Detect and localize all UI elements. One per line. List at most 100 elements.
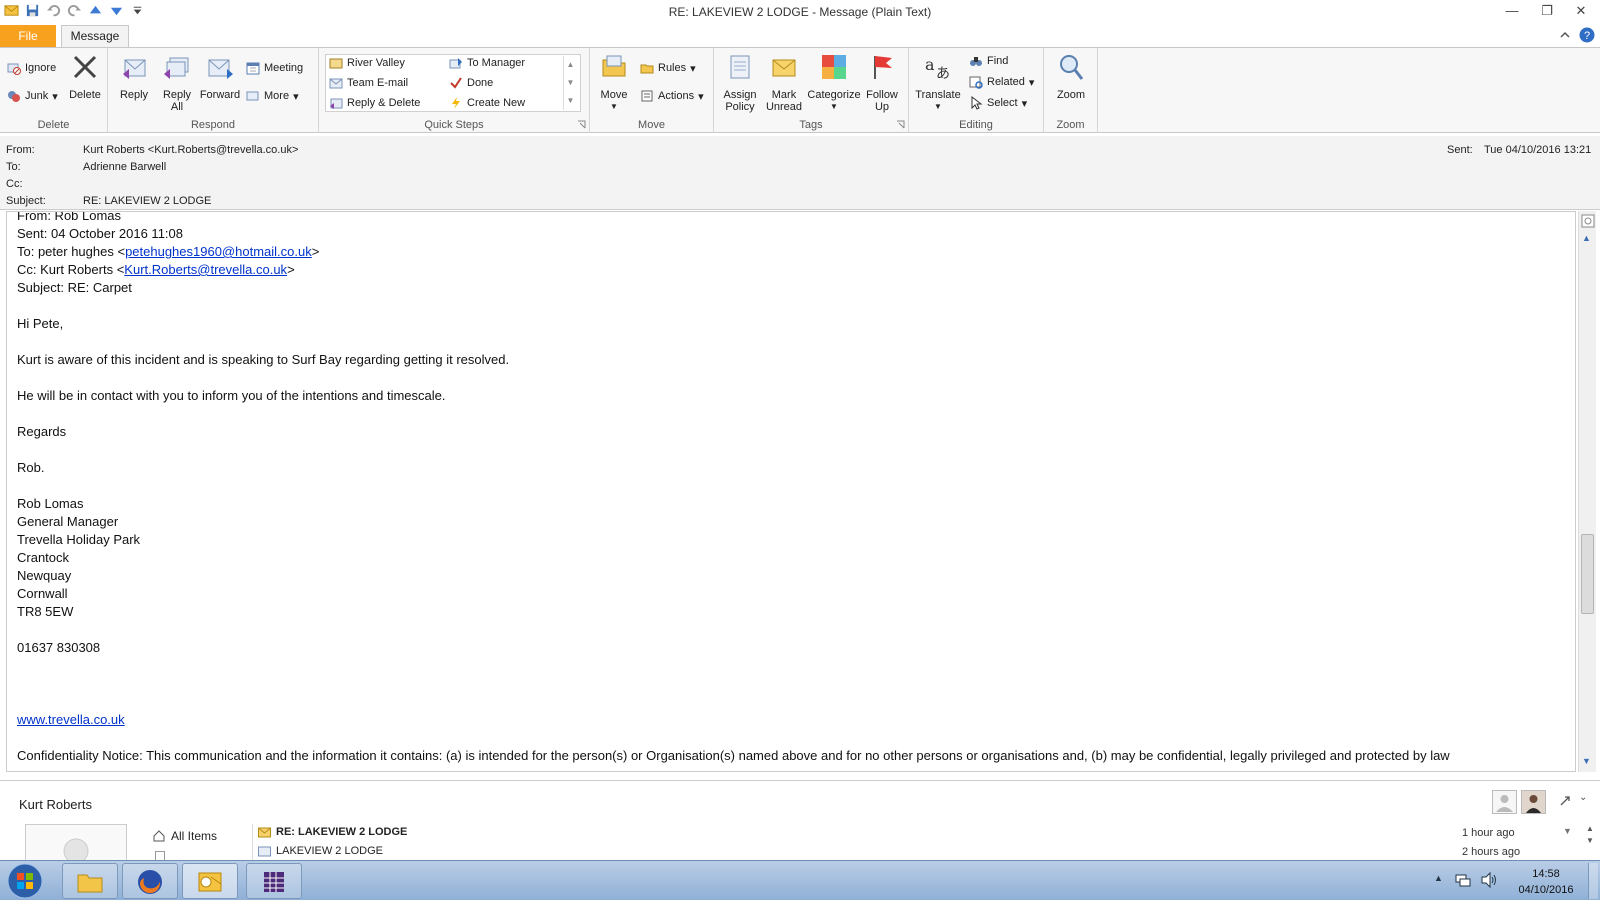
to-suffix: >: [311, 244, 320, 259]
help-icon[interactable]: ?: [1579, 27, 1595, 43]
expand-pane-icon[interactable]: [1559, 795, 1571, 807]
categorize-button[interactable]: Categorize ▼: [806, 52, 862, 113]
assign-policy-button[interactable]: Assign Policy: [720, 52, 760, 113]
cc-email-link[interactable]: Kurt.Roberts@trevella.co.uk: [124, 262, 287, 277]
svg-text:a: a: [925, 55, 935, 74]
quick-step-to-manager[interactable]: To Manager: [449, 56, 525, 70]
ignore-button[interactable]: Ignore: [7, 61, 56, 75]
translate-button[interactable]: aあ Translate ▼: [913, 52, 963, 113]
contact-photo-avatar[interactable]: [1521, 790, 1546, 814]
quick-step-team-email[interactable]: Team E-mail: [329, 76, 408, 90]
contact-placeholder-avatar[interactable]: [1492, 790, 1517, 814]
sent-value: Tue 04/10/2016 13:21: [1484, 144, 1592, 156]
quick-step-create-new[interactable]: Create New: [449, 96, 525, 110]
minimize-button[interactable]: —: [1500, 2, 1524, 20]
scroll-down-icon[interactable]: ▼: [1582, 756, 1591, 766]
select-button[interactable]: Select ▾: [969, 96, 1027, 110]
signature-line: TR8 5EW: [17, 604, 74, 619]
website-link[interactable]: www.trevella.co.uk: [17, 712, 125, 727]
mark-unread-icon: [772, 59, 796, 77]
lightning-icon: [452, 97, 460, 109]
signature-line: Trevella Holiday Park: [17, 532, 141, 547]
clock-time[interactable]: 14:58: [1516, 868, 1576, 880]
mark-unread-button[interactable]: Mark Unread: [764, 52, 804, 113]
reply-button[interactable]: Reply: [114, 52, 154, 101]
signature-line: Rob Lomas: [17, 496, 84, 511]
quick-step-label: River Valley: [347, 57, 405, 69]
tab-message[interactable]: Message: [61, 25, 129, 48]
outlook-icon: [198, 872, 222, 892]
message-body[interactable]: From: Rob Lomas Sent: 04 October 2016 11…: [6, 211, 1576, 772]
chevron-down-icon[interactable]: ▼: [1563, 826, 1572, 836]
reply-all-button[interactable]: Reply All: [156, 52, 198, 113]
actions-button[interactable]: Actions ▾: [640, 89, 704, 103]
more-respond-button[interactable]: More ▾: [246, 89, 299, 103]
body-scrollbar[interactable]: ▲ ▼: [1578, 211, 1596, 772]
paragraph-2: He will be in contact with you to inform…: [17, 388, 446, 403]
move-button[interactable]: Move ▼: [596, 52, 632, 113]
related-label: Related: [987, 76, 1025, 88]
zoom-button[interactable]: Zoom: [1050, 52, 1092, 101]
forward-button[interactable]: Forward: [198, 52, 242, 101]
ignore-label: Ignore: [25, 62, 57, 74]
tab-file[interactable]: File: [0, 25, 56, 47]
phone-number: 01637 830308: [17, 640, 101, 655]
message-options-icon[interactable]: [1581, 214, 1595, 228]
quick-step-river-valley[interactable]: River Valley: [329, 56, 405, 70]
related-button[interactable]: Related ▾: [969, 75, 1034, 89]
find-button[interactable]: Find: [969, 54, 1008, 68]
clock-date[interactable]: 04/10/2016: [1508, 884, 1584, 896]
from-value[interactable]: Kurt Roberts <Kurt.Roberts@trevella.co.u…: [83, 144, 298, 156]
categorize-icon: [822, 55, 846, 79]
close-button[interactable]: ✕: [1569, 2, 1593, 20]
group-respond: Reply Reply All Forward Meeting More ▾ R…: [108, 48, 319, 133]
restore-button[interactable]: ❐: [1535, 2, 1559, 20]
quick-step-done[interactable]: Done: [449, 76, 493, 90]
quick-steps-scroller[interactable]: ▲ ▼ ▼: [563, 56, 577, 110]
to-value[interactable]: Adrienne Barwell: [83, 161, 166, 173]
scroll-thumb[interactable]: [1581, 534, 1594, 614]
start-button[interactable]: [6, 862, 44, 900]
find-label: Find: [987, 55, 1009, 67]
collapse-ribbon-icon[interactable]: [1559, 29, 1571, 41]
mark-label-1: Mark: [771, 89, 797, 101]
cc-label: Cc:: [6, 178, 23, 190]
taskbar-outlook[interactable]: [182, 863, 238, 899]
subject-label: Subject:: [6, 195, 46, 207]
reply-all-label-2: All: [170, 101, 184, 113]
follow-up-button[interactable]: Follow Up: [862, 52, 902, 113]
show-desktop-button[interactable]: [1588, 863, 1598, 899]
rules-button[interactable]: Rules ▾: [640, 61, 696, 75]
chevron-down-icon: ▾: [1028, 76, 1035, 89]
activity-item[interactable]: RE: LAKEVIEW 2 LODGE 1 hour ago ▼: [258, 824, 1572, 844]
activity-item[interactable]: LAKEVIEW 2 LODGE 2 hours ago ▼: [258, 844, 1558, 861]
paragraph-1: Kurt is aware of this incident and is sp…: [17, 352, 510, 367]
all-items-nav[interactable]: All Items: [153, 829, 217, 843]
meeting-button[interactable]: Meeting: [246, 61, 303, 75]
taskbar-app[interactable]: [246, 863, 302, 899]
actions-icon: [641, 90, 653, 102]
calendar-icon: [246, 62, 260, 75]
taskbar-explorer[interactable]: [62, 863, 118, 899]
delete-button[interactable]: Delete: [66, 52, 104, 101]
activity-subject: RE: LAKEVIEW 2 LODGE: [276, 826, 408, 838]
quick-step-reply-delete[interactable]: Reply & Delete: [329, 96, 420, 110]
network-icon[interactable]: [1455, 873, 1471, 887]
to-email-link[interactable]: petehughes1960@hotmail.co.uk: [125, 244, 312, 259]
volume-icon[interactable]: [1480, 872, 1498, 888]
group-zoom-label: Zoom: [1056, 119, 1085, 131]
taskbar-firefox[interactable]: [122, 863, 178, 899]
dialog-launcher-icon[interactable]: [577, 120, 586, 129]
follow-label-1: Follow: [866, 89, 898, 101]
chevron-down-icon[interactable]: ⌄: [1579, 792, 1587, 803]
show-hidden-icons[interactable]: ▲: [1434, 873, 1443, 883]
pane-scroll-arrows[interactable]: ▲ ▼: [1586, 823, 1594, 847]
dialog-launcher-icon[interactable]: [896, 120, 905, 129]
scroll-up-icon[interactable]: ▲: [1582, 233, 1591, 243]
junk-button[interactable]: Junk ▾: [7, 89, 58, 103]
signature-line: Newquay: [17, 568, 72, 583]
